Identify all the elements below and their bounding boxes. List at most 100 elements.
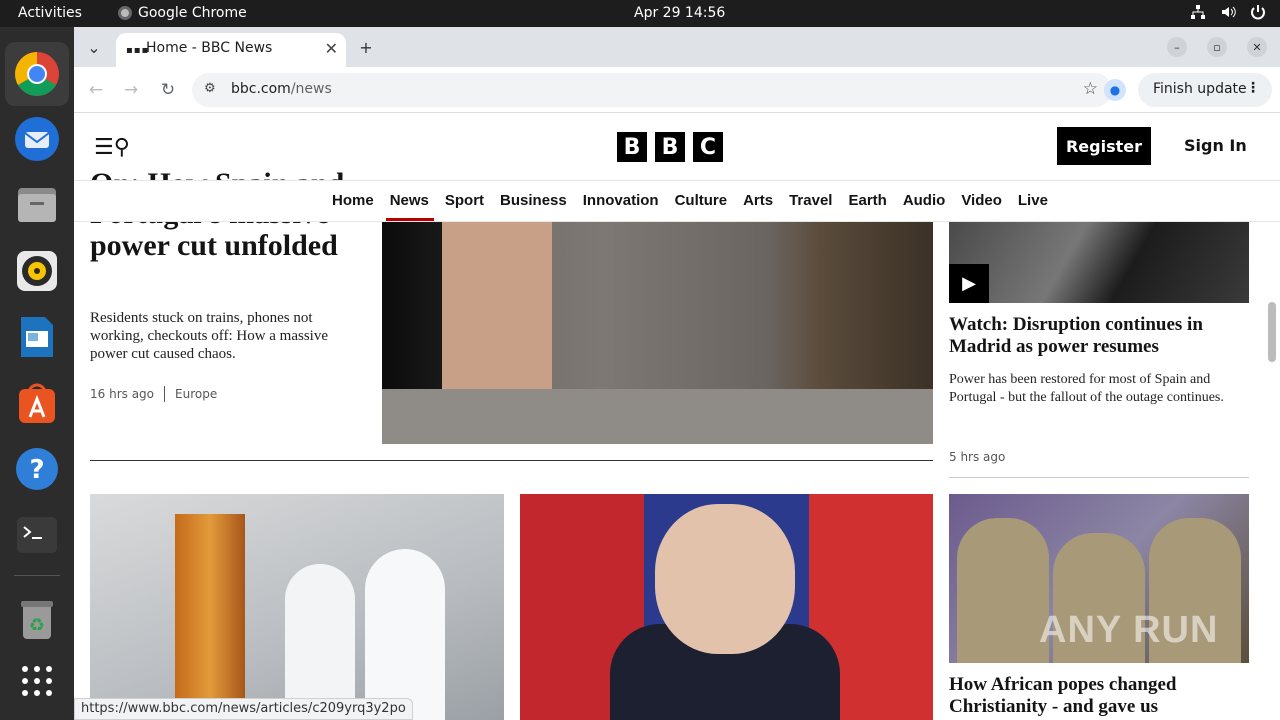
back-button[interactable]: ← [85, 79, 107, 101]
tab-title: Home - BBC News [146, 40, 273, 56]
help-icon[interactable]: ? [13, 445, 61, 493]
side-video-thumbnail[interactable] [949, 222, 1249, 303]
forward-button[interactable]: → [120, 79, 142, 101]
site-info-icon[interactable]: ⚙ [204, 81, 216, 96]
tab-search-button[interactable]: ⌄ [80, 35, 108, 59]
svg-text:?: ? [29, 455, 44, 485]
chevron-down-icon: ⌄ [87, 37, 101, 57]
side-summary: Power has been restored for most of Spai… [949, 372, 1224, 405]
reload-icon: ↻ [160, 80, 176, 100]
nav-item-audio[interactable]: Audio [903, 192, 946, 209]
volume-icon [1220, 4, 1236, 20]
close-icon: ✕ [1252, 40, 1262, 54]
minimize-icon: – [1174, 40, 1180, 54]
svg-text:♻: ♻ [29, 615, 45, 636]
side-headline[interactable]: Watch: Disruption continues in Madrid as… [949, 314, 1249, 358]
meta-divider [164, 386, 166, 402]
popes-headline[interactable]: How African popes changed Christianity -… [949, 674, 1249, 718]
restore-icon: ▫ [1213, 40, 1221, 54]
address-bar[interactable]: ⚙ bbc.com/news ☆ [192, 73, 1112, 107]
side-timestamp: 5 hrs ago [949, 450, 1006, 464]
page-scrollbar[interactable] [1268, 302, 1276, 362]
rocket-story-image[interactable] [90, 494, 504, 720]
nav-item-earth[interactable]: Earth [848, 192, 886, 209]
face-shape [655, 504, 795, 654]
reload-button[interactable]: ↻ [157, 79, 179, 101]
nav-item-innovation[interactable]: Innovation [583, 192, 659, 209]
profile-avatar-icon[interactable]: ● [1104, 79, 1126, 101]
lead-meta: 16 hrs ago Europe [90, 386, 217, 402]
nav-item-home[interactable]: Home [332, 192, 374, 209]
system-top-bar: Activities Google Chrome Apr 29 14:56 [0, 0, 1280, 27]
url-path: /news [290, 81, 332, 97]
logo-letter: B [617, 132, 647, 162]
browser-toolbar: ← → ↻ ⚙ bbc.com/news ☆ ● Finish update ⋮ [74, 67, 1280, 113]
tab-bbc-news[interactable]: ▪▪▪ Home - BBC News ✕ [116, 33, 346, 67]
nav-item-business[interactable]: Business [500, 192, 567, 209]
sign-in-link[interactable]: Sign In [1184, 136, 1247, 155]
files-icon[interactable] [13, 180, 61, 228]
url-text[interactable]: bbc.com/news [231, 81, 332, 97]
app-menu[interactable]: Google Chrome [118, 5, 247, 21]
nav-item-arts[interactable]: Arts [743, 192, 773, 209]
nav-item-travel[interactable]: Travel [789, 192, 832, 209]
fairing-shape [365, 549, 445, 720]
bbc-logo[interactable]: B B C [617, 132, 723, 162]
nav-item-video[interactable]: Video [961, 192, 1002, 209]
tab-strip: ⌄ ▪▪▪ Home - BBC News ✕ + – ▫ ✕ [74, 27, 1280, 67]
play-icon[interactable]: ▶ [949, 264, 989, 303]
dock-separator [14, 575, 60, 576]
arrow-right-icon: → [123, 80, 139, 100]
section-divider [90, 460, 933, 461]
url-host: bbc.com [231, 81, 291, 97]
bust-shape [957, 518, 1049, 663]
lead-summary: Residents stuck on trains, phones not wo… [90, 310, 329, 362]
minimize-button[interactable]: – [1167, 37, 1187, 57]
bookmark-star-icon[interactable]: ☆ [1083, 79, 1098, 99]
terminal-icon[interactable] [13, 511, 61, 559]
tab-close-icon[interactable]: ✕ [325, 39, 338, 58]
logo-letter: C [693, 132, 723, 162]
lead-image-pavement [382, 389, 933, 444]
arrow-left-icon: ← [88, 80, 104, 100]
lead-timestamp: 16 hrs ago [90, 387, 155, 401]
register-button[interactable]: Register [1057, 127, 1151, 165]
finish-update-button[interactable]: Finish update ⋮ [1138, 73, 1272, 107]
rocket-shape [175, 514, 245, 720]
finish-update-label: Finish update [1153, 81, 1247, 97]
section-nav: Home News Sport Business Innovation Cult… [74, 180, 1280, 222]
new-tab-button[interactable]: + [352, 35, 380, 59]
power-icon [1250, 4, 1266, 20]
chrome-dock-icon[interactable] [5, 42, 69, 106]
app-center-icon[interactable] [13, 379, 61, 427]
menu-search-icon[interactable]: ☰⚲ [94, 135, 130, 160]
nav-item-news[interactable]: News [385, 192, 435, 221]
thunderbird-icon[interactable] [13, 115, 61, 163]
maximize-button[interactable]: ▫ [1207, 37, 1227, 57]
chrome-small-icon [118, 6, 132, 20]
nav-item-sport[interactable]: Sport [445, 192, 484, 209]
dock: ? ♻ [0, 27, 74, 720]
show-apps-icon[interactable] [13, 657, 61, 705]
fairing-shape [285, 564, 355, 720]
app-name: Google Chrome [138, 5, 247, 21]
plus-icon: + [359, 37, 373, 57]
anyrun-watermark: ANY RUN [1039, 609, 1219, 651]
kebab-menu-icon: ⋮ [1246, 80, 1260, 96]
clock[interactable]: Apr 29 14:56 [634, 5, 725, 21]
lead-image[interactable] [382, 222, 933, 444]
trash-icon[interactable]: ♻ [13, 595, 61, 643]
nav-item-culture[interactable]: Culture [675, 192, 728, 209]
close-window-button[interactable]: ✕ [1247, 37, 1267, 57]
rhythmbox-icon[interactable] [13, 247, 61, 295]
nav-item-live[interactable]: Live [1018, 192, 1048, 209]
putin-story-image[interactable] [520, 494, 933, 720]
link-status-bar: https://www.bbc.com/news/articles/c209yr… [74, 698, 413, 720]
system-tray[interactable] [1190, 4, 1266, 20]
side-divider [949, 477, 1249, 478]
lead-section-tag[interactable]: Europe [175, 387, 217, 401]
web-page: ☰⚲ B B C Register Sign In Home News Spor… [74, 114, 1280, 720]
network-icon [1190, 4, 1206, 20]
writer-icon[interactable] [13, 313, 61, 361]
activities-button[interactable]: Activities [18, 5, 82, 21]
